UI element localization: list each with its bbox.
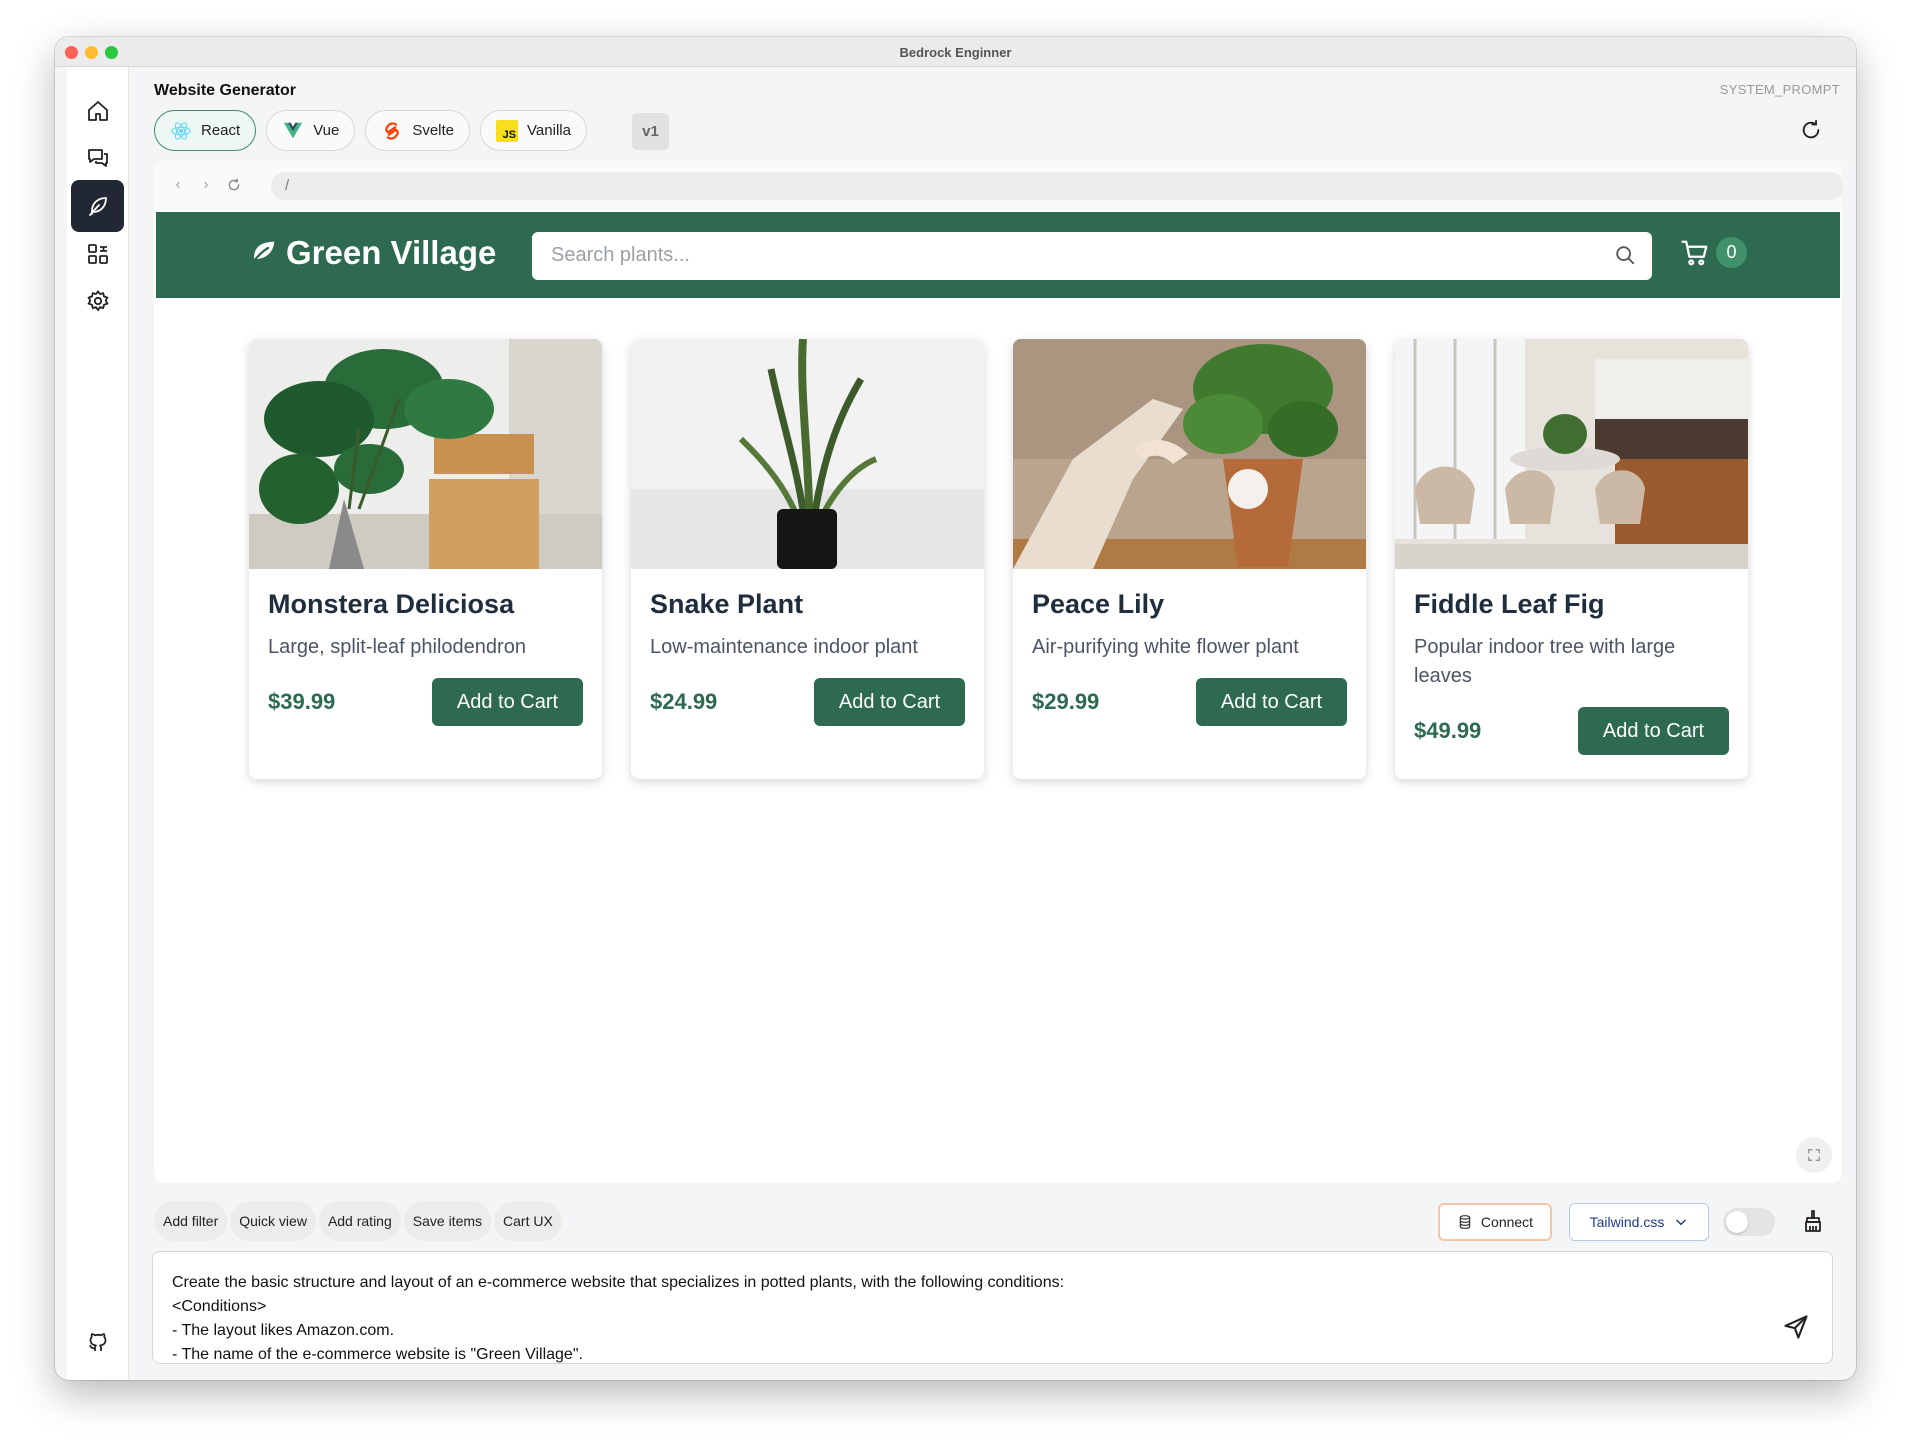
framework-svelte-button[interactable]: Svelte [365,110,471,151]
search-placeholder: Search plants... [551,244,690,266]
sidebar-item-chat[interactable] [71,132,124,184]
suggestion-chip[interactable]: Add filter [154,1201,228,1241]
suggestion-chip[interactable]: Quick view [230,1201,316,1241]
vue-icon [282,120,304,142]
suggestion-chips: Add filter Quick view Add rating Save it… [154,1201,562,1241]
cart-button[interactable]: 0 [1680,237,1747,268]
forward-icon[interactable]: › [196,175,216,195]
sidebar-item-step-functions[interactable] [71,228,124,280]
broom-icon [1805,1210,1821,1232]
product-price: $29.99 [1032,689,1100,714]
refresh-button[interactable] [1796,115,1826,145]
product-price: $49.99 [1414,718,1482,743]
diagram-icon [87,244,108,264]
preview-panel: ‹ › / Green Village Search plants... 0 M… [154,160,1842,1183]
framework-vanilla-button[interactable]: JS Vanilla [480,110,587,151]
product-card: Fiddle Leaf Fig Popular indoor tree with… [1395,339,1748,779]
connect-button[interactable]: Connect [1438,1203,1552,1241]
js-icon: JS [496,119,519,142]
window-title: Bedrock Enginner [899,45,1012,60]
framework-vue-button[interactable]: Vue [266,110,356,151]
url-input[interactable]: / [271,172,1842,200]
sidebar-item-home[interactable] [71,85,124,137]
toggle-knob [1726,1211,1748,1233]
product-grid: Monstera Deliciosa Large, split-leaf phi… [249,339,1748,779]
product-price: $39.99 [268,689,336,714]
framework-label: Vue [313,122,340,139]
gear-icon [86,290,109,312]
prompt-line: Create the basic structure and layout of… [172,1274,1065,1291]
site-logo[interactable]: Green Village [248,234,496,272]
connect-label: Connect [1480,1214,1534,1230]
add-to-cart-button[interactable]: Add to Cart [814,678,965,726]
preview-browser-bar: ‹ › / [154,160,1842,210]
suggestion-chip[interactable]: Add rating [318,1201,401,1241]
cart-count-badge: 0 [1716,237,1747,268]
svelte-icon [381,120,403,142]
product-name[interactable]: Peace Lily [1032,589,1347,620]
agent-toggle[interactable] [1723,1208,1775,1236]
site-brand-name: Green Village [286,234,497,271]
database-icon [1459,1215,1471,1229]
search-icon[interactable] [1614,244,1636,266]
framework-selector: React Vue Svelte JS Vanilla [154,110,587,151]
product-card: Monstera Deliciosa Large, split-leaf phi… [249,339,602,779]
add-to-cart-button[interactable]: Add to Cart [432,678,583,726]
back-icon[interactable]: ‹ [168,175,188,195]
framework-label: Vanilla [527,122,571,139]
chat-icon [87,149,108,167]
app-window: Bedrock Enginner Website Generator SYSTE… [55,37,1856,1380]
page-title: Website Generator [154,82,296,99]
product-card: Peace Lily Air-purifying white flower pl… [1013,339,1366,779]
github-icon [88,1333,106,1351]
prompt-line: - The layout likes Amazon.com. [172,1322,395,1339]
send-icon[interactable] [1782,1313,1810,1341]
product-description: Large, split-leaf philodendron [268,636,526,658]
style-framework-value: Tailwind.css [1589,1214,1665,1230]
product-image[interactable] [249,339,602,569]
site-header: Green Village Search plants... 0 [156,212,1840,298]
reload-icon[interactable] [224,175,244,195]
leaf-icon [250,241,275,266]
product-image[interactable] [1395,339,1748,569]
sidebar [67,67,129,1380]
cart-icon [1681,240,1708,265]
sidebar-item-website-generator[interactable] [71,180,124,232]
system-prompt-link[interactable]: SYSTEM_PROMPT [1720,82,1840,97]
suggestion-chip[interactable]: Save items [403,1201,492,1241]
product-description: Air-purifying white flower plant [1032,636,1299,658]
product-name[interactable]: Snake Plant [650,589,965,620]
prompt-line: - The name of the e-commerce website is … [172,1346,583,1363]
prompt-line: <Conditions> [172,1298,267,1315]
product-image[interactable] [1013,339,1366,569]
add-to-cart-button[interactable]: Add to Cart [1578,707,1729,755]
home-icon [87,101,108,121]
product-card: Snake Plant Low-maintenance indoor plant… [631,339,984,779]
title-bar: Bedrock Enginner [55,37,1856,67]
product-description: Popular indoor tree with large leaves [1414,636,1676,687]
sidebar-github-link[interactable] [71,1317,124,1369]
add-to-cart-button[interactable]: Add to Cart [1196,678,1347,726]
framework-label: Svelte [412,122,455,139]
refresh-icon [1802,119,1820,139]
version-button[interactable]: v1 [632,113,669,150]
sidebar-item-settings[interactable] [71,275,124,327]
product-image[interactable] [631,339,984,569]
react-icon [170,120,192,142]
clear-chat-button[interactable] [1799,1207,1827,1235]
chevron-down-icon [1676,1219,1687,1226]
feather-icon [88,197,107,216]
site-search-input[interactable]: Search plants... [532,232,1652,280]
product-price: $24.99 [650,689,718,714]
product-name[interactable]: Fiddle Leaf Fig [1414,589,1729,620]
product-name[interactable]: Monstera Deliciosa [268,589,583,620]
style-framework-select[interactable]: Tailwind.css [1569,1203,1709,1241]
fullscreen-button[interactable] [1796,1137,1832,1173]
framework-react-button[interactable]: React [154,110,257,151]
framework-label: React [201,122,241,139]
product-description: Low-maintenance indoor plant [650,636,918,658]
prompt-textarea[interactable]: Create the basic structure and layout of… [152,1251,1833,1364]
suggestion-chip[interactable]: Cart UX [494,1201,562,1241]
expand-icon [1808,1149,1820,1161]
